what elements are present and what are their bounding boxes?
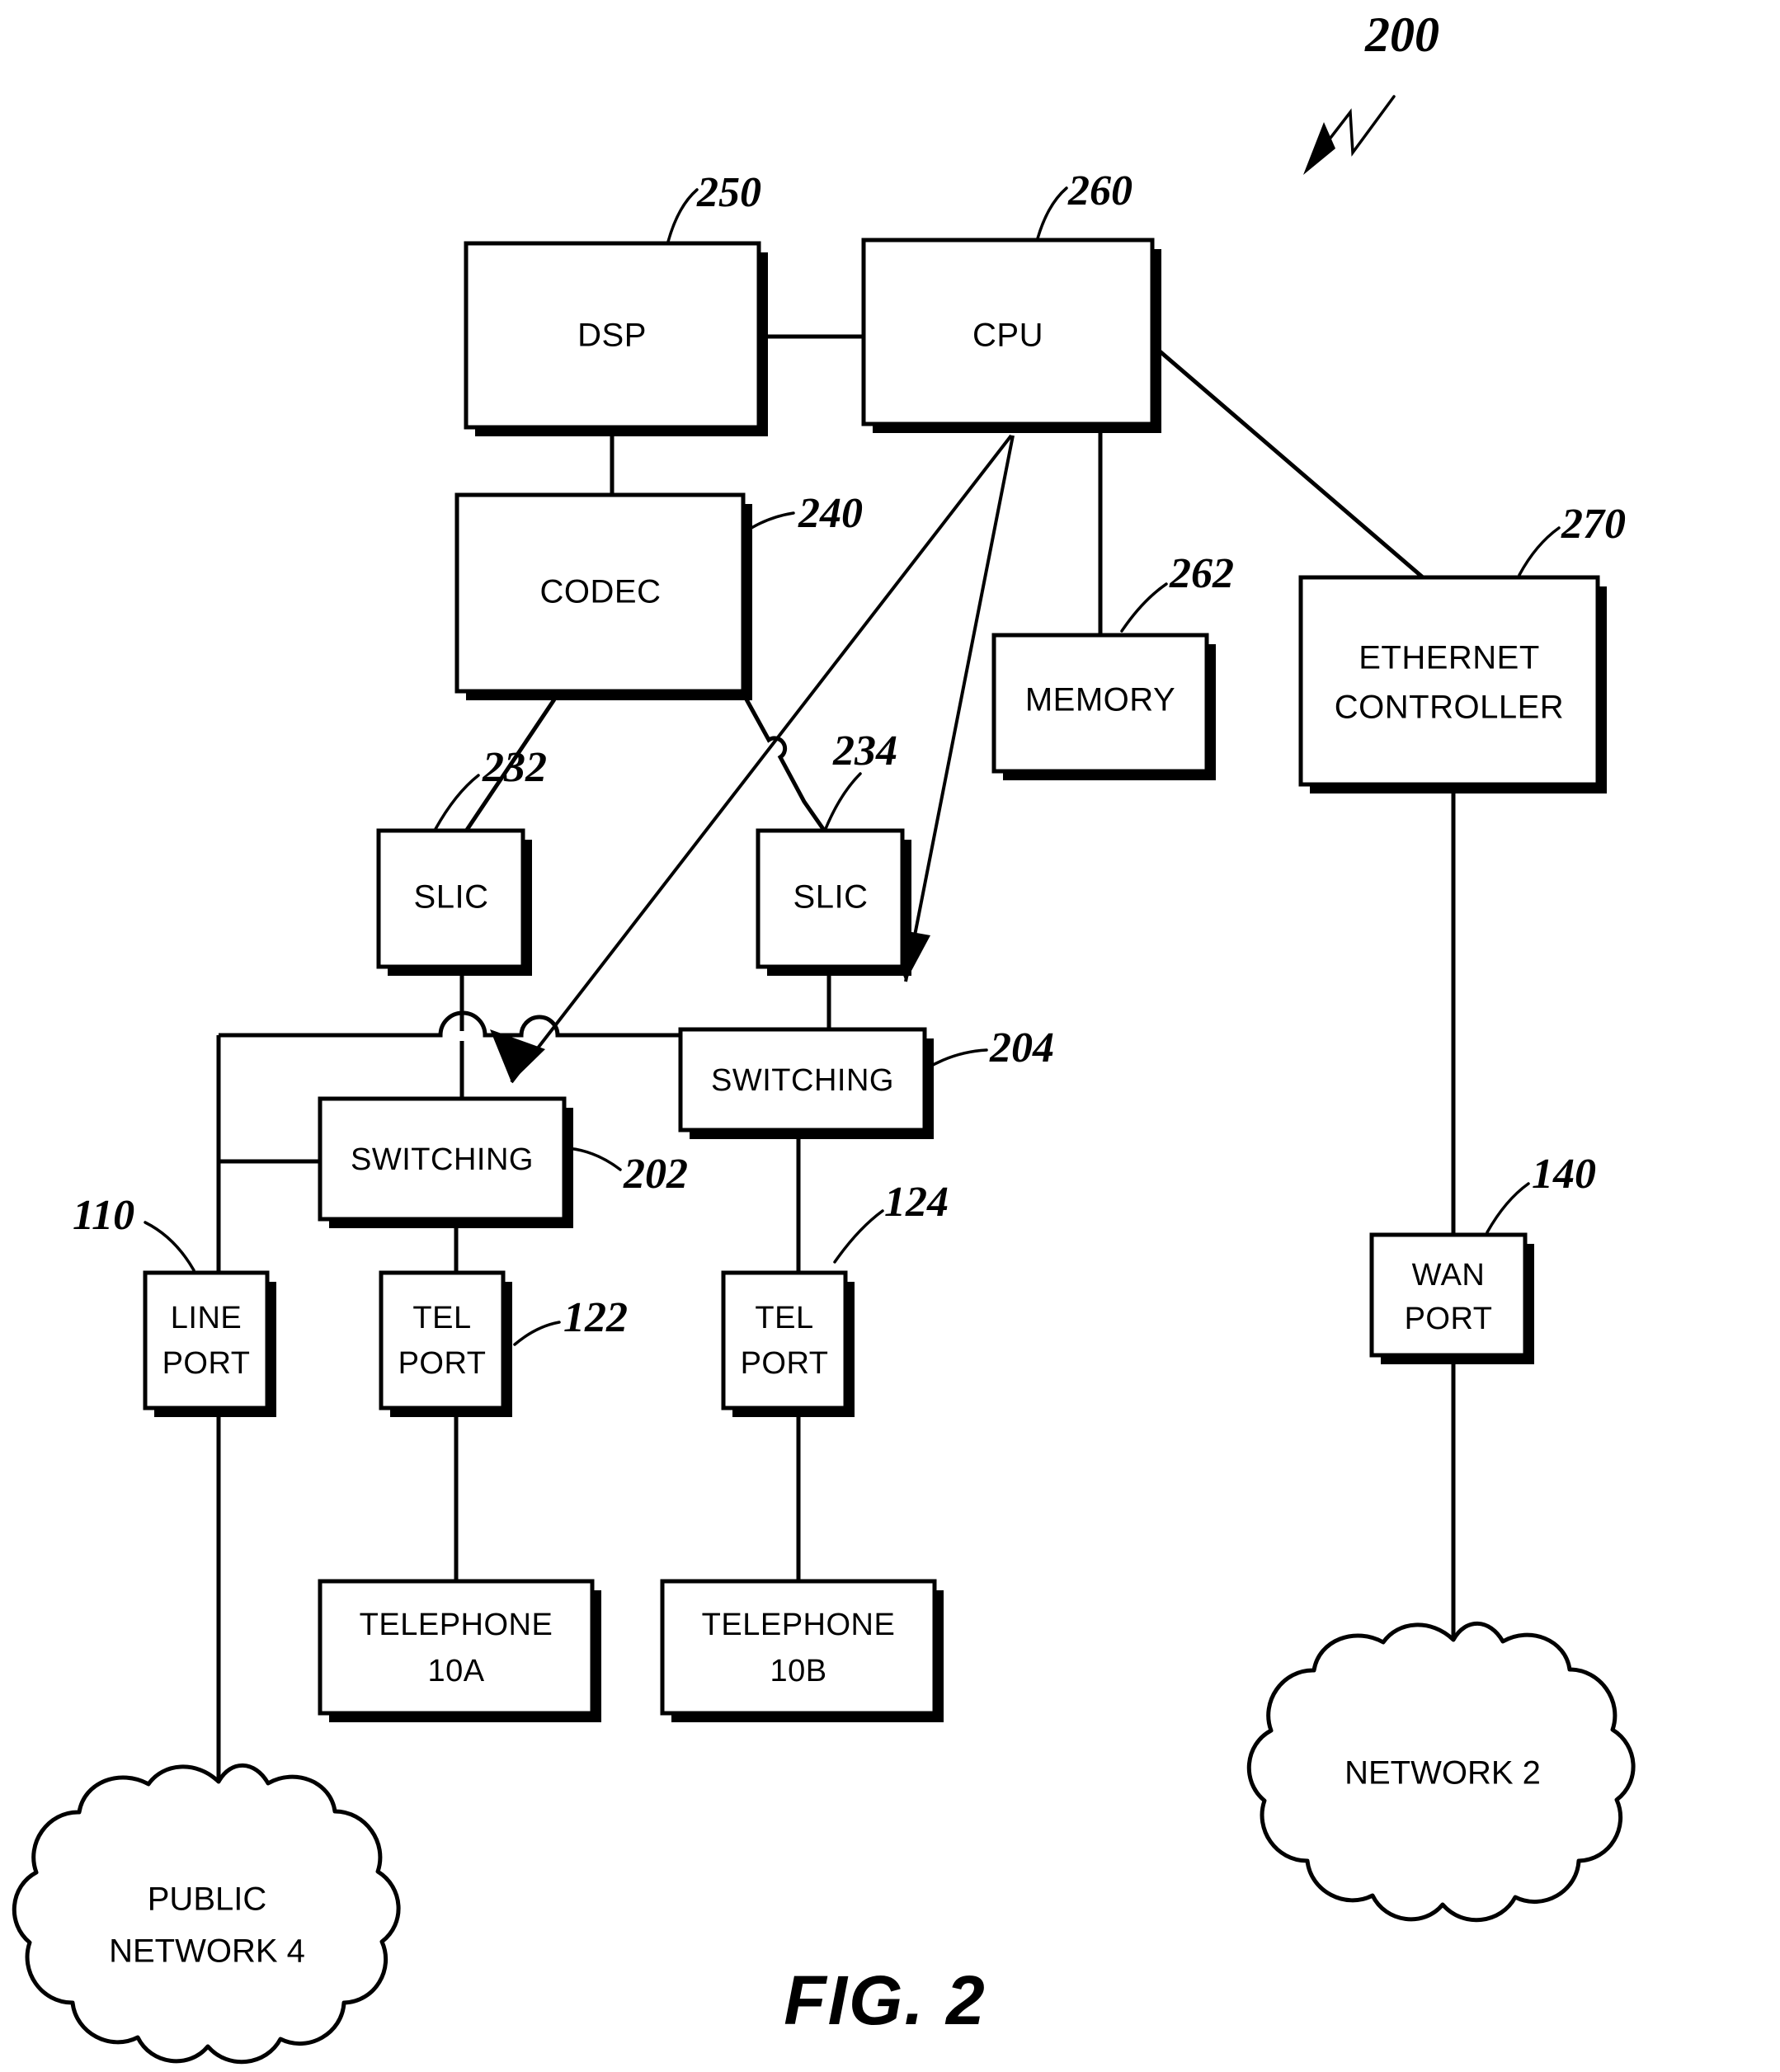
memory-label: MEMORY <box>1025 682 1175 718</box>
ref-group-204: 204 <box>925 1024 1054 1071</box>
slic232-label: SLIC <box>414 879 489 916</box>
ref-group-202: 202 <box>566 1147 688 1198</box>
zigzag-leader-arrowhead <box>1303 122 1335 175</box>
wanport-label-line1: WAN <box>1412 1258 1486 1293</box>
leader-140 <box>1486 1182 1530 1234</box>
telport122-label-line2: PORT <box>398 1346 487 1381</box>
ref-group-270: 270 <box>1518 501 1626 577</box>
wire-horizontal-bus <box>219 1010 680 1038</box>
block-slic-232[interactable]: SLIC <box>376 828 532 976</box>
leader-270 <box>1518 526 1561 577</box>
dsp-label: DSP <box>577 318 647 354</box>
cpu-label: CPU <box>972 318 1043 354</box>
ref-group-122: 122 <box>513 1294 628 1346</box>
switching202-label: SWITCHING <box>351 1142 534 1177</box>
telephone10b-label-line2: 10B <box>770 1654 826 1688</box>
lineport-box <box>143 1270 270 1410</box>
ref-number-124: 124 <box>884 1179 949 1226</box>
ref-number-202: 202 <box>623 1151 688 1198</box>
telport124-label-line1: TEL <box>755 1301 813 1335</box>
wire-codec-to-slic-234 <box>744 698 831 839</box>
block-switching-204[interactable]: SWITCHING <box>678 1027 934 1139</box>
block-telephone-10a[interactable]: TELEPHONE 10A <box>318 1579 601 1722</box>
ref-group-260: 260 <box>1036 167 1133 240</box>
slic234-label: SLIC <box>793 879 869 916</box>
block-slic-234[interactable]: SLIC <box>756 828 911 976</box>
block-line-port[interactable]: LINE PORT <box>143 1270 276 1417</box>
ref-group-124: 124 <box>833 1179 949 1264</box>
telport122-box <box>379 1270 506 1410</box>
leader-260 <box>1036 186 1068 240</box>
block-wan-port[interactable]: WAN PORT <box>1369 1232 1534 1364</box>
wanport-box <box>1369 1232 1528 1358</box>
leader-202 <box>566 1147 622 1171</box>
leader-250 <box>666 188 699 243</box>
ref-number-240: 240 <box>798 490 863 537</box>
figure-caption: FIG. 2 <box>784 1961 986 2039</box>
leader-110 <box>144 1221 195 1272</box>
ref-number-270: 270 <box>1561 501 1626 548</box>
block-ethernet-controller[interactable]: ETHERNET CONTROLLER <box>1298 575 1607 793</box>
telephone10a-label-line2: 10A <box>427 1654 484 1688</box>
telephone10b-label-line1: TELEPHONE <box>702 1608 896 1642</box>
cloud-public-network[interactable]: PUBLIC NETWORK 4 <box>12 1763 401 2065</box>
leader-204 <box>925 1048 988 1070</box>
wire-cpu-to-ethernet <box>1157 349 1424 579</box>
leader-124 <box>833 1209 884 1264</box>
telport122-label-line1: TEL <box>412 1301 471 1335</box>
ref-group-240: 240 <box>743 490 863 537</box>
figure-canvas: 200 DSP 250 CPU 260 CODEC 240 MEMORY 262… <box>12 7 1636 2065</box>
block-codec[interactable]: CODEC <box>454 492 752 700</box>
ref-group-140: 140 <box>1486 1151 1596 1234</box>
ref-number-250: 250 <box>696 169 761 216</box>
block-tel-port-124[interactable]: TEL PORT <box>721 1270 855 1417</box>
ref-number-262: 262 <box>1169 550 1234 597</box>
ref-number-232: 232 <box>482 744 547 791</box>
public-network-label-line2: NETWORK 4 <box>109 1933 305 1970</box>
ref-number-204: 204 <box>989 1024 1054 1071</box>
ref-group-250: 250 <box>666 169 761 243</box>
codec-label: CODEC <box>540 574 662 610</box>
leader-234 <box>823 772 862 832</box>
block-dsp[interactable]: DSP <box>464 241 768 436</box>
block-switching-202[interactable]: SWITCHING <box>318 1096 573 1228</box>
telephone10b-box <box>660 1579 937 1716</box>
main-reference-group: 200 <box>1303 7 1439 175</box>
leader-122 <box>513 1321 561 1346</box>
block-memory[interactable]: MEMORY <box>991 633 1216 780</box>
block-telephone-10b[interactable]: TELEPHONE 10B <box>660 1579 944 1722</box>
lineport-label-line1: LINE <box>171 1301 242 1335</box>
block-cpu[interactable]: CPU <box>861 238 1161 433</box>
public-network-label-line1: PUBLIC <box>148 1881 267 1918</box>
lineport-label-line2: PORT <box>162 1346 251 1381</box>
ref-group-110: 110 <box>73 1192 195 1272</box>
ref-number-110: 110 <box>73 1192 134 1239</box>
ref-group-232: 232 <box>434 744 547 831</box>
ref-group-234: 234 <box>823 728 897 832</box>
wanport-label-line2: PORT <box>1405 1302 1493 1336</box>
network2-label-line1: NETWORK 2 <box>1344 1755 1541 1792</box>
patent-figure-page: 200 DSP 250 CPU 260 CODEC 240 MEMORY 262… <box>0 0 1780 2072</box>
telport124-label-line2: PORT <box>741 1346 829 1381</box>
ethernet-label-line2: CONTROLLER <box>1335 690 1564 726</box>
block-tel-port-122[interactable]: TEL PORT <box>379 1270 512 1417</box>
ref-group-262: 262 <box>1120 550 1234 633</box>
switching204-label: SWITCHING <box>711 1063 894 1098</box>
telport124-box <box>721 1270 848 1410</box>
ref-number-122: 122 <box>563 1294 628 1341</box>
leader-262 <box>1120 582 1168 633</box>
ref-number-234: 234 <box>832 728 897 775</box>
cloud-network-2[interactable]: NETWORK 2 <box>1246 1621 1636 1923</box>
arrowhead-cpu-to-switching-202 <box>490 1029 545 1082</box>
ref-number-200: 200 <box>1364 7 1439 62</box>
telephone10a-label-line1: TELEPHONE <box>360 1608 553 1642</box>
ethernet-box <box>1298 575 1600 787</box>
ref-number-260: 260 <box>1067 167 1133 214</box>
ethernet-label-line1: ETHERNET <box>1359 640 1540 676</box>
telephone10a-box <box>318 1579 595 1716</box>
ref-number-140: 140 <box>1532 1151 1596 1198</box>
